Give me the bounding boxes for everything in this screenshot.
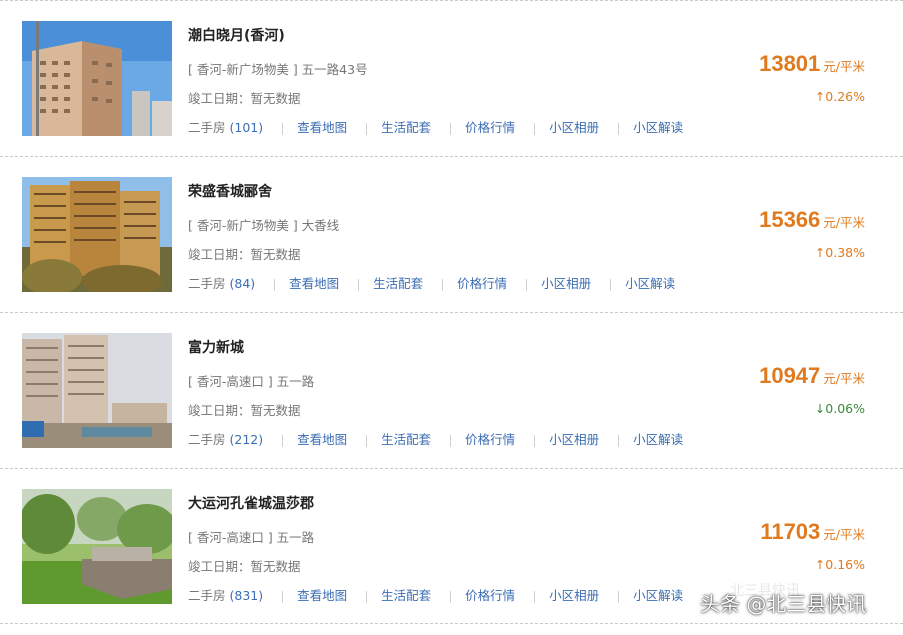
divider bbox=[618, 434, 620, 447]
listing-links: 二手房 (831) 查看地图 生活配套 价格行情 小区相册 小区解读 bbox=[188, 585, 683, 604]
divider bbox=[534, 434, 536, 447]
divider bbox=[366, 434, 368, 447]
community-address: [ 香河-新广场物美 ] 五一路43号 bbox=[188, 62, 368, 77]
community-photo[interactable] bbox=[22, 177, 172, 292]
map-link[interactable]: 查看地图 bbox=[297, 432, 347, 447]
community-address: [ 香河-高速口 ] 五一路 bbox=[188, 530, 315, 545]
secondhand-count-link[interactable]: (101) bbox=[230, 120, 264, 135]
price-trend-link[interactable]: 价格行情 bbox=[465, 588, 515, 603]
price-trend-link[interactable]: 价格行情 bbox=[457, 276, 507, 291]
photo-album-link[interactable]: 小区相册 bbox=[549, 588, 599, 603]
price-trend-link[interactable]: 价格行情 bbox=[465, 432, 515, 447]
price-value: 10947 bbox=[759, 363, 821, 388]
divider bbox=[534, 122, 536, 135]
secondhand-label: 二手房 bbox=[188, 276, 226, 291]
community-analysis-link[interactable]: 小区解读 bbox=[633, 432, 683, 447]
divider bbox=[618, 590, 620, 603]
community-photo[interactable] bbox=[22, 21, 172, 136]
divider bbox=[358, 278, 360, 291]
map-link[interactable]: 查看地图 bbox=[297, 120, 347, 135]
community-photo[interactable] bbox=[22, 489, 172, 604]
unit-price: 13801 元/平米 bbox=[759, 51, 865, 77]
secondhand-label: 二手房 bbox=[188, 432, 226, 447]
listing-links: 二手房 (84) 查看地图 生活配套 价格行情 小区相册 小区解读 bbox=[188, 273, 675, 292]
community-name[interactable]: 大运河孔雀城温莎郡 bbox=[188, 493, 314, 513]
divider bbox=[442, 278, 444, 291]
unit-price: 11703 元/平米 bbox=[760, 519, 865, 545]
photo-album-link[interactable]: 小区相册 bbox=[541, 276, 591, 291]
price-unit: 元/平米 bbox=[823, 215, 865, 230]
price-unit: 元/平米 bbox=[823, 59, 865, 74]
secondhand-count-link[interactable]: (84) bbox=[230, 276, 256, 291]
list-item: 荣盛香城郦舍 [ 香河-新广场物美 ] 大香线 竣工日期：暂无数据 二手房 (8… bbox=[0, 156, 903, 312]
unit-price: 10947 元/平米 bbox=[759, 363, 865, 389]
price-value: 13801 bbox=[759, 51, 821, 76]
price-unit: 元/平米 bbox=[823, 527, 865, 542]
completion-date: 竣工日期：暂无数据 bbox=[188, 91, 301, 106]
divider bbox=[282, 122, 284, 135]
list-item: 潮白晓月(香河) [ 香河-新广场物美 ] 五一路43号 竣工日期：暂无数据 二… bbox=[0, 0, 903, 156]
community-name[interactable]: 潮白晓月(香河) bbox=[188, 25, 285, 45]
divider bbox=[450, 434, 452, 447]
price-value: 15366 bbox=[759, 207, 821, 232]
community-address: [ 香河-高速口 ] 五一路 bbox=[188, 374, 315, 389]
price-change: ↓0.06% bbox=[814, 401, 865, 416]
divider bbox=[282, 590, 284, 603]
secondhand-count-link[interactable]: (831) bbox=[230, 588, 264, 603]
map-link[interactable]: 查看地图 bbox=[289, 276, 339, 291]
listing-links: 二手房 (101) 查看地图 生活配套 价格行情 小区相册 小区解读 bbox=[188, 117, 683, 136]
secondhand-label: 二手房 bbox=[188, 588, 226, 603]
divider bbox=[618, 122, 620, 135]
divider bbox=[282, 434, 284, 447]
price-change: ↑0.16% bbox=[814, 557, 865, 572]
amenities-link[interactable]: 生活配套 bbox=[381, 120, 431, 135]
watermark: 头条 @北三县快讯 bbox=[700, 592, 867, 616]
divider bbox=[534, 590, 536, 603]
divider bbox=[526, 278, 528, 291]
divider bbox=[274, 278, 276, 291]
secondhand-count-link[interactable]: (212) bbox=[230, 432, 264, 447]
completion-date: 竣工日期：暂无数据 bbox=[188, 559, 301, 574]
price-trend-link[interactable]: 价格行情 bbox=[465, 120, 515, 135]
community-address: [ 香河-新广场物美 ] 大香线 bbox=[188, 218, 340, 233]
secondhand-label: 二手房 bbox=[188, 120, 226, 135]
community-analysis-link[interactable]: 小区解读 bbox=[633, 588, 683, 603]
community-photo[interactable] bbox=[22, 333, 172, 448]
price-change: ↑0.38% bbox=[814, 245, 865, 260]
community-name[interactable]: 荣盛香城郦舍 bbox=[188, 181, 272, 201]
divider bbox=[610, 278, 612, 291]
map-link[interactable]: 查看地图 bbox=[297, 588, 347, 603]
completion-date: 竣工日期：暂无数据 bbox=[188, 403, 301, 418]
divider bbox=[366, 590, 368, 603]
community-analysis-link[interactable]: 小区解读 bbox=[633, 120, 683, 135]
list-item: 富力新城 [ 香河-高速口 ] 五一路 竣工日期：暂无数据 二手房 (212) … bbox=[0, 312, 903, 468]
unit-price: 15366 元/平米 bbox=[759, 207, 865, 233]
price-unit: 元/平米 bbox=[823, 371, 865, 386]
divider bbox=[366, 122, 368, 135]
price-change: ↑0.26% bbox=[814, 89, 865, 104]
price-value: 11703 bbox=[760, 519, 821, 544]
divider bbox=[450, 590, 452, 603]
community-analysis-link[interactable]: 小区解读 bbox=[625, 276, 675, 291]
divider bbox=[450, 122, 452, 135]
completion-date: 竣工日期：暂无数据 bbox=[188, 247, 301, 262]
community-list: 潮白晓月(香河) [ 香河-新广场物美 ] 五一路43号 竣工日期：暂无数据 二… bbox=[0, 0, 903, 624]
photo-album-link[interactable]: 小区相册 bbox=[549, 432, 599, 447]
amenities-link[interactable]: 生活配套 bbox=[381, 588, 431, 603]
amenities-link[interactable]: 生活配套 bbox=[381, 432, 431, 447]
amenities-link[interactable]: 生活配套 bbox=[373, 276, 423, 291]
photo-album-link[interactable]: 小区相册 bbox=[549, 120, 599, 135]
listing-links: 二手房 (212) 查看地图 生活配套 价格行情 小区相册 小区解读 bbox=[188, 429, 683, 448]
community-name[interactable]: 富力新城 bbox=[188, 337, 244, 357]
